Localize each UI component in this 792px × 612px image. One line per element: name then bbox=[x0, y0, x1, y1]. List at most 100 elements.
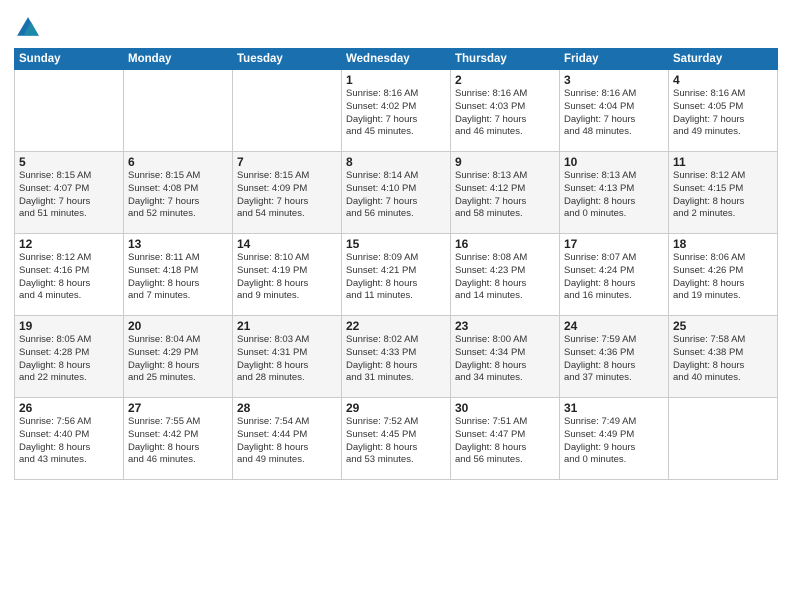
weekday-header-saturday: Saturday bbox=[669, 49, 778, 70]
day-cell: 23Sunrise: 8:00 AM Sunset: 4:34 PM Dayli… bbox=[451, 316, 560, 398]
day-number: 8 bbox=[346, 155, 446, 169]
day-number: 9 bbox=[455, 155, 555, 169]
day-number: 29 bbox=[346, 401, 446, 415]
weekday-header-thursday: Thursday bbox=[451, 49, 560, 70]
day-cell: 15Sunrise: 8:09 AM Sunset: 4:21 PM Dayli… bbox=[342, 234, 451, 316]
calendar-table: SundayMondayTuesdayWednesdayThursdayFrid… bbox=[14, 48, 778, 480]
day-number: 1 bbox=[346, 73, 446, 87]
day-cell bbox=[233, 70, 342, 152]
day-number: 16 bbox=[455, 237, 555, 251]
day-info: Sunrise: 8:08 AM Sunset: 4:23 PM Dayligh… bbox=[455, 252, 555, 303]
day-info: Sunrise: 8:10 AM Sunset: 4:19 PM Dayligh… bbox=[237, 252, 337, 303]
day-number: 19 bbox=[19, 319, 119, 333]
day-cell: 29Sunrise: 7:52 AM Sunset: 4:45 PM Dayli… bbox=[342, 398, 451, 480]
day-cell: 2Sunrise: 8:16 AM Sunset: 4:03 PM Daylig… bbox=[451, 70, 560, 152]
weekday-header-wednesday: Wednesday bbox=[342, 49, 451, 70]
day-number: 12 bbox=[19, 237, 119, 251]
day-info: Sunrise: 8:00 AM Sunset: 4:34 PM Dayligh… bbox=[455, 334, 555, 385]
day-number: 10 bbox=[564, 155, 664, 169]
day-number: 22 bbox=[346, 319, 446, 333]
day-info: Sunrise: 7:56 AM Sunset: 4:40 PM Dayligh… bbox=[19, 416, 119, 467]
day-number: 30 bbox=[455, 401, 555, 415]
day-info: Sunrise: 7:55 AM Sunset: 4:42 PM Dayligh… bbox=[128, 416, 228, 467]
day-cell: 16Sunrise: 8:08 AM Sunset: 4:23 PM Dayli… bbox=[451, 234, 560, 316]
week-row-2: 5Sunrise: 8:15 AM Sunset: 4:07 PM Daylig… bbox=[15, 152, 778, 234]
page: SundayMondayTuesdayWednesdayThursdayFrid… bbox=[0, 0, 792, 612]
header bbox=[14, 10, 778, 42]
day-cell: 4Sunrise: 8:16 AM Sunset: 4:05 PM Daylig… bbox=[669, 70, 778, 152]
day-cell: 11Sunrise: 8:12 AM Sunset: 4:15 PM Dayli… bbox=[669, 152, 778, 234]
day-info: Sunrise: 8:05 AM Sunset: 4:28 PM Dayligh… bbox=[19, 334, 119, 385]
day-number: 11 bbox=[673, 155, 773, 169]
logo-icon bbox=[14, 14, 42, 42]
day-cell: 7Sunrise: 8:15 AM Sunset: 4:09 PM Daylig… bbox=[233, 152, 342, 234]
day-info: Sunrise: 8:16 AM Sunset: 4:03 PM Dayligh… bbox=[455, 88, 555, 139]
day-number: 5 bbox=[19, 155, 119, 169]
day-number: 17 bbox=[564, 237, 664, 251]
day-cell: 9Sunrise: 8:13 AM Sunset: 4:12 PM Daylig… bbox=[451, 152, 560, 234]
day-cell: 17Sunrise: 8:07 AM Sunset: 4:24 PM Dayli… bbox=[560, 234, 669, 316]
day-info: Sunrise: 8:07 AM Sunset: 4:24 PM Dayligh… bbox=[564, 252, 664, 303]
day-cell: 26Sunrise: 7:56 AM Sunset: 4:40 PM Dayli… bbox=[15, 398, 124, 480]
day-info: Sunrise: 8:11 AM Sunset: 4:18 PM Dayligh… bbox=[128, 252, 228, 303]
day-info: Sunrise: 8:04 AM Sunset: 4:29 PM Dayligh… bbox=[128, 334, 228, 385]
day-number: 20 bbox=[128, 319, 228, 333]
day-cell: 27Sunrise: 7:55 AM Sunset: 4:42 PM Dayli… bbox=[124, 398, 233, 480]
day-cell: 22Sunrise: 8:02 AM Sunset: 4:33 PM Dayli… bbox=[342, 316, 451, 398]
day-info: Sunrise: 8:15 AM Sunset: 4:08 PM Dayligh… bbox=[128, 170, 228, 221]
day-info: Sunrise: 7:54 AM Sunset: 4:44 PM Dayligh… bbox=[237, 416, 337, 467]
day-info: Sunrise: 8:12 AM Sunset: 4:16 PM Dayligh… bbox=[19, 252, 119, 303]
day-info: Sunrise: 7:59 AM Sunset: 4:36 PM Dayligh… bbox=[564, 334, 664, 385]
day-number: 23 bbox=[455, 319, 555, 333]
day-cell: 10Sunrise: 8:13 AM Sunset: 4:13 PM Dayli… bbox=[560, 152, 669, 234]
day-cell: 18Sunrise: 8:06 AM Sunset: 4:26 PM Dayli… bbox=[669, 234, 778, 316]
day-number: 3 bbox=[564, 73, 664, 87]
day-cell: 20Sunrise: 8:04 AM Sunset: 4:29 PM Dayli… bbox=[124, 316, 233, 398]
day-cell: 14Sunrise: 8:10 AM Sunset: 4:19 PM Dayli… bbox=[233, 234, 342, 316]
day-number: 14 bbox=[237, 237, 337, 251]
day-cell: 28Sunrise: 7:54 AM Sunset: 4:44 PM Dayli… bbox=[233, 398, 342, 480]
week-row-4: 19Sunrise: 8:05 AM Sunset: 4:28 PM Dayli… bbox=[15, 316, 778, 398]
day-info: Sunrise: 8:14 AM Sunset: 4:10 PM Dayligh… bbox=[346, 170, 446, 221]
day-number: 31 bbox=[564, 401, 664, 415]
day-number: 27 bbox=[128, 401, 228, 415]
day-info: Sunrise: 8:13 AM Sunset: 4:13 PM Dayligh… bbox=[564, 170, 664, 221]
day-info: Sunrise: 8:03 AM Sunset: 4:31 PM Dayligh… bbox=[237, 334, 337, 385]
day-info: Sunrise: 8:16 AM Sunset: 4:04 PM Dayligh… bbox=[564, 88, 664, 139]
day-info: Sunrise: 8:09 AM Sunset: 4:21 PM Dayligh… bbox=[346, 252, 446, 303]
day-number: 2 bbox=[455, 73, 555, 87]
day-cell: 30Sunrise: 7:51 AM Sunset: 4:47 PM Dayli… bbox=[451, 398, 560, 480]
day-info: Sunrise: 7:49 AM Sunset: 4:49 PM Dayligh… bbox=[564, 416, 664, 467]
day-cell: 5Sunrise: 8:15 AM Sunset: 4:07 PM Daylig… bbox=[15, 152, 124, 234]
day-info: Sunrise: 7:58 AM Sunset: 4:38 PM Dayligh… bbox=[673, 334, 773, 385]
weekday-header-monday: Monday bbox=[124, 49, 233, 70]
day-number: 6 bbox=[128, 155, 228, 169]
day-cell: 3Sunrise: 8:16 AM Sunset: 4:04 PM Daylig… bbox=[560, 70, 669, 152]
weekday-header-friday: Friday bbox=[560, 49, 669, 70]
week-row-5: 26Sunrise: 7:56 AM Sunset: 4:40 PM Dayli… bbox=[15, 398, 778, 480]
day-cell bbox=[669, 398, 778, 480]
day-number: 21 bbox=[237, 319, 337, 333]
day-number: 28 bbox=[237, 401, 337, 415]
day-info: Sunrise: 8:06 AM Sunset: 4:26 PM Dayligh… bbox=[673, 252, 773, 303]
day-number: 4 bbox=[673, 73, 773, 87]
week-row-1: 1Sunrise: 8:16 AM Sunset: 4:02 PM Daylig… bbox=[15, 70, 778, 152]
day-info: Sunrise: 8:16 AM Sunset: 4:05 PM Dayligh… bbox=[673, 88, 773, 139]
day-number: 25 bbox=[673, 319, 773, 333]
day-number: 7 bbox=[237, 155, 337, 169]
weekday-header-sunday: Sunday bbox=[15, 49, 124, 70]
day-number: 18 bbox=[673, 237, 773, 251]
week-row-3: 12Sunrise: 8:12 AM Sunset: 4:16 PM Dayli… bbox=[15, 234, 778, 316]
day-number: 26 bbox=[19, 401, 119, 415]
weekday-header-tuesday: Tuesday bbox=[233, 49, 342, 70]
day-cell: 13Sunrise: 8:11 AM Sunset: 4:18 PM Dayli… bbox=[124, 234, 233, 316]
day-info: Sunrise: 8:13 AM Sunset: 4:12 PM Dayligh… bbox=[455, 170, 555, 221]
day-cell: 25Sunrise: 7:58 AM Sunset: 4:38 PM Dayli… bbox=[669, 316, 778, 398]
day-cell bbox=[124, 70, 233, 152]
day-info: Sunrise: 8:16 AM Sunset: 4:02 PM Dayligh… bbox=[346, 88, 446, 139]
day-number: 13 bbox=[128, 237, 228, 251]
day-number: 24 bbox=[564, 319, 664, 333]
day-cell: 8Sunrise: 8:14 AM Sunset: 4:10 PM Daylig… bbox=[342, 152, 451, 234]
day-info: Sunrise: 8:15 AM Sunset: 4:07 PM Dayligh… bbox=[19, 170, 119, 221]
day-number: 15 bbox=[346, 237, 446, 251]
